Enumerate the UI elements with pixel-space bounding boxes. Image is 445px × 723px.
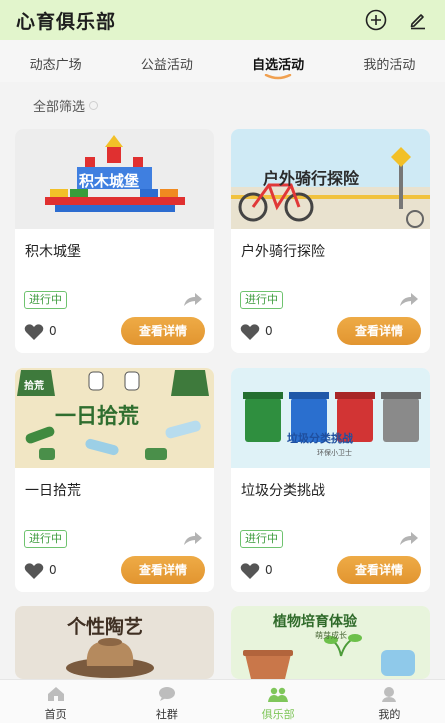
activity-card[interactable]: 个性陶艺 xyxy=(15,606,214,679)
app-title: 心育俱乐部 xyxy=(16,10,117,33)
tab-mine[interactable]: 我的活动 xyxy=(334,40,445,82)
card-title: 户外骑行探险 xyxy=(241,244,325,260)
card-image-title: 积木城堡 xyxy=(79,172,140,190)
app-header: 心育俱乐部 xyxy=(0,0,445,40)
pen-icon xyxy=(410,14,425,30)
nav-home[interactable]: 首页 xyxy=(0,680,111,723)
nav-mine[interactable]: 我的 xyxy=(334,680,445,723)
heart-icon[interactable] xyxy=(240,562,260,580)
card-image-pottery: 个性陶艺 xyxy=(15,606,214,679)
card-image-title: 户外骑行探险 xyxy=(263,169,360,188)
share-icon[interactable] xyxy=(182,528,204,548)
plus-circle-icon xyxy=(365,9,387,31)
tab-square[interactable]: 动态广场 xyxy=(0,40,111,82)
tab-indicator xyxy=(264,74,292,80)
group-icon xyxy=(268,687,289,702)
tab-optional-label: 自选活动 xyxy=(252,58,305,73)
card-title: 一日拾荒 xyxy=(25,483,81,499)
share-icon[interactable] xyxy=(398,528,420,548)
like-count: 0 xyxy=(49,563,57,577)
heart-icon[interactable] xyxy=(24,323,44,341)
filter-all[interactable]: 全部筛选 xyxy=(33,96,99,115)
card-image-plants: 植物培育体验 萌芽成长 xyxy=(231,606,430,679)
card-image-cycling: 户外骑行探险 xyxy=(231,129,430,229)
card-image-subtitle: 环保小卫士 xyxy=(317,449,352,457)
heart-icon[interactable] xyxy=(24,562,44,580)
activity-card[interactable]: 垃圾分类挑战 环保小卫士 垃圾分类挑战 进行中 0 查看详情 xyxy=(231,368,430,592)
bottom-nav: 首页 社群 俱乐部 我的 xyxy=(0,679,445,723)
chat-icon xyxy=(158,687,175,701)
nav-mine-label: 我的 xyxy=(378,708,401,721)
status-badge: 进行中 xyxy=(24,291,67,309)
activity-card[interactable]: 积木城堡 积木城堡 进行中 0 查看详情 xyxy=(15,129,214,353)
card-image-title: 一日拾荒 xyxy=(55,404,139,428)
edit-button[interactable] xyxy=(405,7,431,33)
activity-card[interactable]: 户外骑行探险 户外骑行探险 进行中 0 查看详情 xyxy=(231,129,430,353)
card-title: 积木城堡 xyxy=(25,244,81,260)
tab-optional[interactable]: 自选活动 xyxy=(223,40,334,82)
heart-icon[interactable] xyxy=(240,323,260,341)
like-count: 0 xyxy=(49,324,57,338)
card-image-blocks: 积木城堡 xyxy=(15,129,214,229)
status-badge: 进行中 xyxy=(240,530,283,548)
like-count: 0 xyxy=(265,324,273,338)
view-details-button[interactable]: 查看详情 xyxy=(337,556,421,584)
card-image-cleanup: 拾荒 一日拾荒 xyxy=(15,368,214,468)
share-icon[interactable] xyxy=(182,289,204,309)
add-button[interactable] xyxy=(363,7,389,33)
nav-community-label: 社群 xyxy=(155,708,178,721)
view-details-button[interactable]: 查看详情 xyxy=(121,556,205,584)
card-image-subtitle: 萌芽成长 xyxy=(315,631,347,640)
tab-bar: 动态广场 公益活动 自选活动 我的活动 xyxy=(0,40,445,82)
share-icon[interactable] xyxy=(398,289,420,309)
nav-club[interactable]: 俱乐部 xyxy=(223,680,334,723)
card-image-sorting: 垃圾分类挑战 环保小卫士 xyxy=(231,368,430,468)
status-badge: 进行中 xyxy=(240,291,283,309)
activity-card[interactable]: 植物培育体验 萌芽成长 xyxy=(231,606,430,679)
card-title: 垃圾分类挑战 xyxy=(241,483,325,499)
nav-club-label: 俱乐部 xyxy=(261,708,295,721)
user-icon xyxy=(382,687,397,702)
nav-home-label: 首页 xyxy=(44,708,67,721)
home-icon xyxy=(47,687,64,701)
view-details-button[interactable]: 查看详情 xyxy=(337,317,421,345)
filter-ring-icon xyxy=(89,101,99,110)
view-details-button[interactable]: 查看详情 xyxy=(121,317,205,345)
card-image-title: 垃圾分类挑战 xyxy=(287,432,353,445)
status-badge: 进行中 xyxy=(24,530,67,548)
card-image-tag: 拾荒 xyxy=(24,381,44,392)
like-count: 0 xyxy=(265,563,273,577)
activity-card[interactable]: 拾荒 一日拾荒 一日拾荒 进行中 0 查看详情 xyxy=(15,368,214,592)
nav-community[interactable]: 社群 xyxy=(111,680,222,723)
tab-charity[interactable]: 公益活动 xyxy=(111,40,222,82)
filter-label: 全部筛选 xyxy=(33,100,86,115)
card-image-title: 个性陶艺 xyxy=(67,616,144,638)
card-image-title: 植物培育体验 xyxy=(273,614,357,630)
